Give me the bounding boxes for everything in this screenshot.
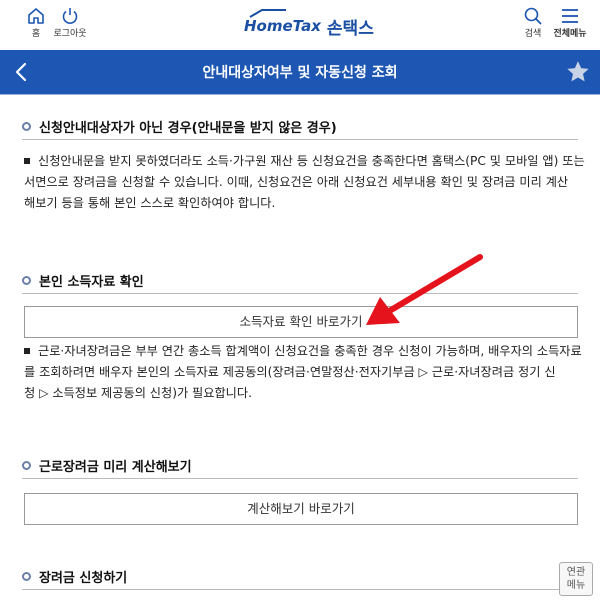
home-button[interactable]: 홈 — [24, 6, 48, 39]
roof-icon — [249, 9, 286, 18]
full-menu-button[interactable]: 전체메뉴 — [548, 6, 592, 39]
section-paragraph-not-target: 신청안내문을 받지 못하였더라도 소득·가구원 재산 등 신청요건을 충족한다면… — [24, 154, 585, 210]
favorite-star-icon[interactable] — [566, 60, 590, 84]
search-button[interactable]: 검색 — [518, 6, 548, 39]
section-divider — [22, 293, 578, 294]
page-navbar: 안내대상자여부 및 자동신청 조회 — [0, 50, 600, 94]
ring-bullet-icon — [22, 276, 31, 285]
section-divider — [22, 478, 578, 479]
search-icon — [524, 7, 542, 25]
top-header: 홈 로그아웃 HomeTax 손택스 검색 전체메뉴 — [0, 0, 600, 50]
section-title-apply: 장려금 신청하기 — [22, 567, 127, 586]
square-bullet-icon — [24, 347, 30, 354]
income-data-check-button[interactable]: 소득자료 확인 바로가기 — [24, 306, 578, 338]
logout-button[interactable]: 로그아웃 — [50, 6, 90, 39]
menu-label: 전체메뉴 — [553, 29, 587, 39]
search-label: 검색 — [524, 29, 542, 39]
hamburger-icon — [562, 9, 578, 23]
section-divider — [22, 139, 578, 140]
ring-bullet-icon — [22, 122, 31, 131]
ring-bullet-icon — [22, 461, 31, 470]
square-bullet-icon — [24, 157, 30, 164]
page-title: 안내대상자여부 및 자동신청 조회 — [202, 65, 398, 81]
section-title-calculation: 근로장려금 미리 계산해보기 — [22, 456, 192, 475]
section-paragraph-income-check: 근로·자녀장려금은 부부 연간 총소득 합계액이 신청요건을 충족한 경우 신청… — [24, 344, 582, 400]
logout-label: 로그아웃 — [53, 29, 87, 39]
hometax-logo[interactable]: HomeTax 손택스 — [244, 9, 374, 40]
related-menu-button[interactable]: 연관 메뉴 — [559, 562, 593, 596]
ring-bullet-icon — [22, 572, 31, 581]
logo-en: HomeTax — [244, 17, 321, 35]
power-icon — [62, 8, 78, 24]
section-title-income-check: 본인 소득자료 확인 — [22, 271, 144, 290]
calculation-button[interactable]: 계산해보기 바로가기 — [24, 493, 578, 525]
main-content: 신청안내대상자가 아닌 경우(안내문을 받지 않은 경우) 신청안내문을 받지 … — [0, 94, 600, 600]
section-title-not-target: 신청안내대상자가 아닌 경우(안내문을 받지 않은 경우) — [22, 117, 337, 136]
home-label: 홈 — [31, 29, 41, 39]
logo-kr: 손택스 — [326, 18, 374, 39]
home-icon — [28, 8, 44, 24]
red-arrow-annotation — [366, 254, 483, 325]
section-divider — [22, 589, 578, 590]
